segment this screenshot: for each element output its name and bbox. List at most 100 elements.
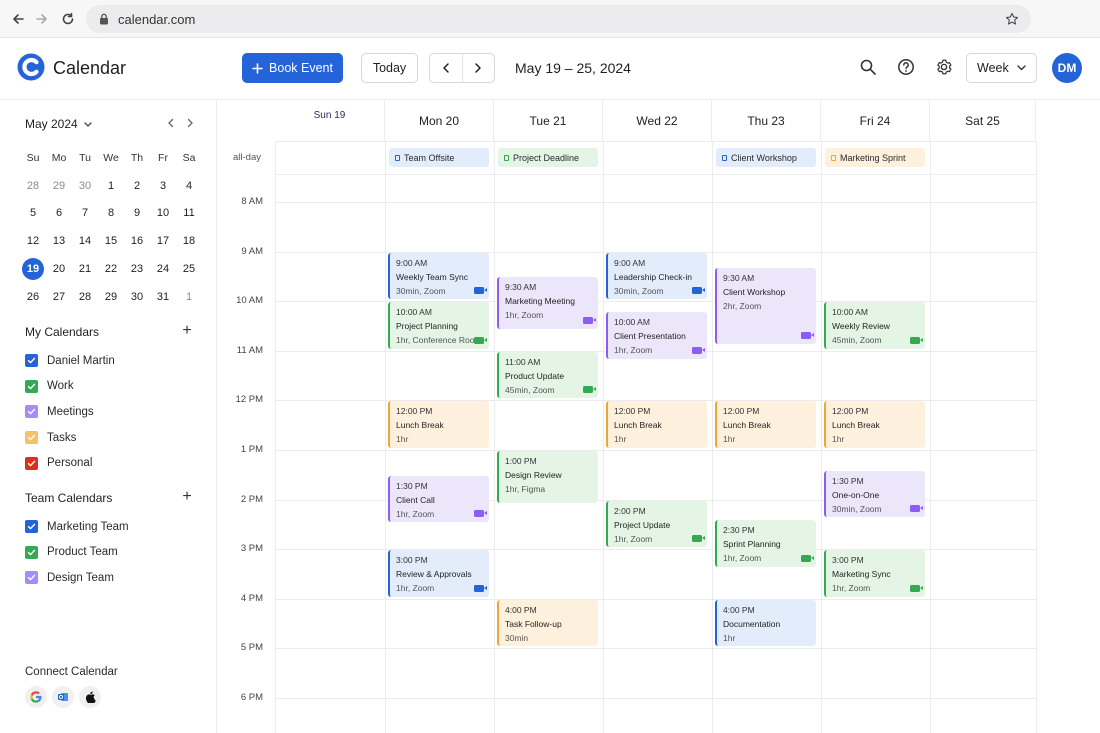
mini-day[interactable]: 3	[150, 174, 176, 198]
previous-week-button[interactable]	[430, 54, 462, 82]
calendar-event[interactable]: 12:00 PM Lunch Break 1hr	[388, 401, 489, 448]
checkbox-checked-icon[interactable]	[25, 520, 38, 533]
mini-day[interactable]: 29	[98, 285, 124, 309]
calendar-event[interactable]: 4:00 PM Documentation 1hr	[715, 599, 816, 647]
checkbox-checked-icon[interactable]	[25, 379, 38, 393]
day-header[interactable]: Fri 24	[821, 100, 930, 142]
next-week-button[interactable]	[461, 54, 495, 82]
day-header[interactable]: Sun 19	[275, 100, 385, 142]
day-header[interactable]: Sat 25	[930, 100, 1036, 142]
mini-day[interactable]: 1	[98, 174, 124, 198]
checkbox-checked-icon[interactable]	[25, 456, 38, 470]
calendar-event[interactable]: 12:00 PM Lunch Break 1hr	[824, 401, 925, 448]
mini-day[interactable]: 21	[72, 257, 98, 281]
calendar-event[interactable]: 10:00 AM Project Planning 1hr, Conference …	[388, 302, 489, 349]
mini-day[interactable]: 27	[46, 285, 72, 309]
mini-day-selected[interactable]: 19	[20, 257, 46, 281]
mini-day[interactable]: 16	[124, 229, 150, 253]
mini-day[interactable]: 8	[98, 201, 124, 225]
add-my-calendar-icon[interactable]: +	[180, 322, 194, 340]
mini-day[interactable]: 18	[176, 229, 202, 253]
checkbox-checked-icon[interactable]	[25, 431, 38, 445]
today-button[interactable]: Today	[361, 53, 418, 83]
mini-day[interactable]: 10	[150, 201, 176, 225]
calendar-event[interactable]: 12:00 PM Lunch Break 1hr	[715, 401, 816, 448]
mini-day[interactable]: 24	[150, 257, 176, 281]
mini-day[interactable]: 28	[72, 285, 98, 309]
mini-day[interactable]: 14	[72, 229, 98, 253]
calendar-event[interactable]: 9:00 AM Leadership Check-in 30min, Zoom	[606, 252, 707, 300]
book-event-button[interactable]: Book Event	[242, 53, 343, 83]
mini-day[interactable]: 6	[46, 201, 72, 225]
mini-day[interactable]: 28	[20, 174, 46, 198]
calendar-event[interactable]: 3:00 PM Review & Approvals 1hr, Zoom	[388, 550, 489, 597]
calendar-toggle-work[interactable]: Work	[25, 379, 74, 393]
mini-next-month-icon[interactable]	[183, 116, 197, 130]
mini-day[interactable]: 26	[20, 285, 46, 309]
mini-day[interactable]: 15	[98, 229, 124, 253]
calendar-event[interactable]: 2:30 PM Sprint Planning 1hr, Zoom	[715, 520, 816, 567]
calendar-event[interactable]: 1:00 PM Design Review 1hr, Figma	[497, 451, 598, 503]
calendar-event[interactable]: 12:00 PM Lunch Break 1hr	[606, 401, 707, 448]
all-day-event[interactable]: Client Workshop	[716, 148, 816, 167]
calendar-event[interactable]: 10:00 AM Client Presentation 1hr, Zoom	[606, 312, 707, 359]
all-day-event[interactable]: Marketing Sprint	[825, 148, 925, 167]
mini-day[interactable]: 25	[176, 257, 202, 281]
back-icon[interactable]	[7, 8, 29, 30]
calendar-event[interactable]: 4:00 PM Task Follow-up 30min	[497, 599, 598, 647]
forward-icon[interactable]	[31, 8, 53, 30]
calendar-event[interactable]: 11:00 AM Product Update 45min, Zoom	[497, 351, 598, 399]
user-avatar[interactable]: DM	[1052, 53, 1082, 83]
calendar-event[interactable]: 2:00 PM Project Update 1hr, Zoom	[606, 500, 707, 548]
mini-day[interactable]: 23	[124, 257, 150, 281]
address-bar[interactable]: calendar.com	[86, 5, 1031, 33]
mini-day[interactable]: 11	[176, 201, 202, 225]
reload-icon[interactable]	[57, 8, 79, 30]
mini-day[interactable]: 4	[176, 174, 202, 198]
help-icon[interactable]	[897, 58, 915, 76]
view-selector[interactable]: Week	[966, 53, 1037, 83]
mini-day[interactable]: 30	[72, 174, 98, 198]
all-day-event[interactable]: Project Deadline	[498, 148, 598, 167]
day-header[interactable]: Wed 22	[603, 100, 712, 142]
mini-day[interactable]: 29	[46, 174, 72, 198]
calendar-toggle-marketing-team[interactable]: Marketing Team	[25, 520, 129, 533]
calendar-toggle-design-team[interactable]: Design Team	[25, 571, 114, 585]
calendar-toggle-personal[interactable]: Personal	[25, 456, 92, 470]
apple-calendar-icon[interactable]	[79, 686, 101, 708]
calendar-event[interactable]: 9:00 AM Weekly Team Sync 30min, Zoom	[388, 252, 489, 300]
mini-day[interactable]: 17	[150, 229, 176, 253]
mini-calendar-month-selector[interactable]: May 2024	[25, 117, 92, 131]
search-icon[interactable]	[859, 58, 877, 76]
day-header[interactable]: Mon 20	[385, 100, 494, 142]
calendar-event[interactable]: 9:30 AM Marketing Meeting 1hr, Zoom	[497, 277, 598, 329]
mini-day[interactable]: 31	[150, 285, 176, 309]
calendar-toggle-meetings[interactable]: Meetings	[25, 405, 94, 419]
mini-day[interactable]: 1	[176, 285, 202, 309]
mini-day[interactable]: 9	[124, 201, 150, 225]
mini-day[interactable]: 20	[46, 257, 72, 281]
mini-prev-month-icon[interactable]	[164, 116, 178, 130]
mini-day[interactable]: 2	[124, 174, 150, 198]
mini-day[interactable]: 22	[98, 257, 124, 281]
mini-day[interactable]: 13	[46, 229, 72, 253]
calendar-toggle-tasks[interactable]: Tasks	[25, 431, 76, 445]
google-calendar-icon[interactable]	[25, 686, 47, 708]
calendar-event[interactable]: 3:00 PM Marketing Sync 1hr, Zoom	[824, 550, 925, 597]
add-team-calendar-icon[interactable]: +	[180, 488, 194, 506]
calendar-toggle-product-team[interactable]: Product Team	[25, 545, 118, 559]
day-header[interactable]: Tue 21	[494, 100, 603, 142]
calendar-event[interactable]: 1:30 PM One-on-One 30min, Zoom	[824, 470, 925, 518]
checkbox-checked-icon[interactable]	[25, 354, 38, 367]
all-day-event[interactable]: Team Offsite	[389, 148, 489, 167]
calendar-event[interactable]: 10:00 AM Weekly Review 45min, Zoom	[824, 302, 925, 349]
checkbox-checked-icon[interactable]	[25, 405, 38, 419]
mini-day[interactable]: 30	[124, 285, 150, 309]
outlook-calendar-icon[interactable]	[52, 686, 74, 708]
settings-gear-icon[interactable]	[935, 58, 953, 76]
calendar-event[interactable]: 1:30 PM Client Call 1hr, Zoom	[388, 475, 489, 523]
bookmark-star-icon[interactable]	[1005, 12, 1019, 26]
mini-day[interactable]: 7	[72, 201, 98, 225]
calendar-event[interactable]: 9:30 AM Client Workshop 2hr, Zoom	[715, 267, 816, 344]
mini-day[interactable]: 12	[20, 229, 46, 253]
